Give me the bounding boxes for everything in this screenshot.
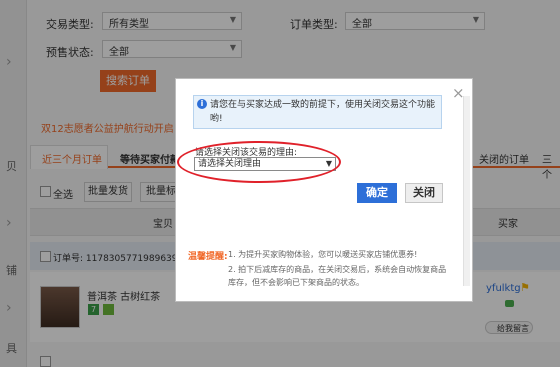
tips-title: 温馨提醒: <box>188 252 228 262</box>
info-message-text: 请您在与买家达成一致的前提下，使用关闭交易这个功能哟! <box>210 100 436 124</box>
tip-1: 1. 为提升买家购物体验，您可以暖送买家店铺优惠券! <box>228 250 418 259</box>
confirm-button[interactable]: 确定 <box>357 183 397 203</box>
tip-2: 2. 拍下后减库存的商品，在关闭交易后，系统会自动恢复商品库存，但不会影响已下架… <box>228 265 447 287</box>
dialog-scrollbar[interactable] <box>463 96 470 286</box>
highlight-annotation-ellipse <box>177 141 341 183</box>
close-button[interactable]: 关闭 <box>405 183 443 203</box>
info-icon: i <box>197 99 207 109</box>
